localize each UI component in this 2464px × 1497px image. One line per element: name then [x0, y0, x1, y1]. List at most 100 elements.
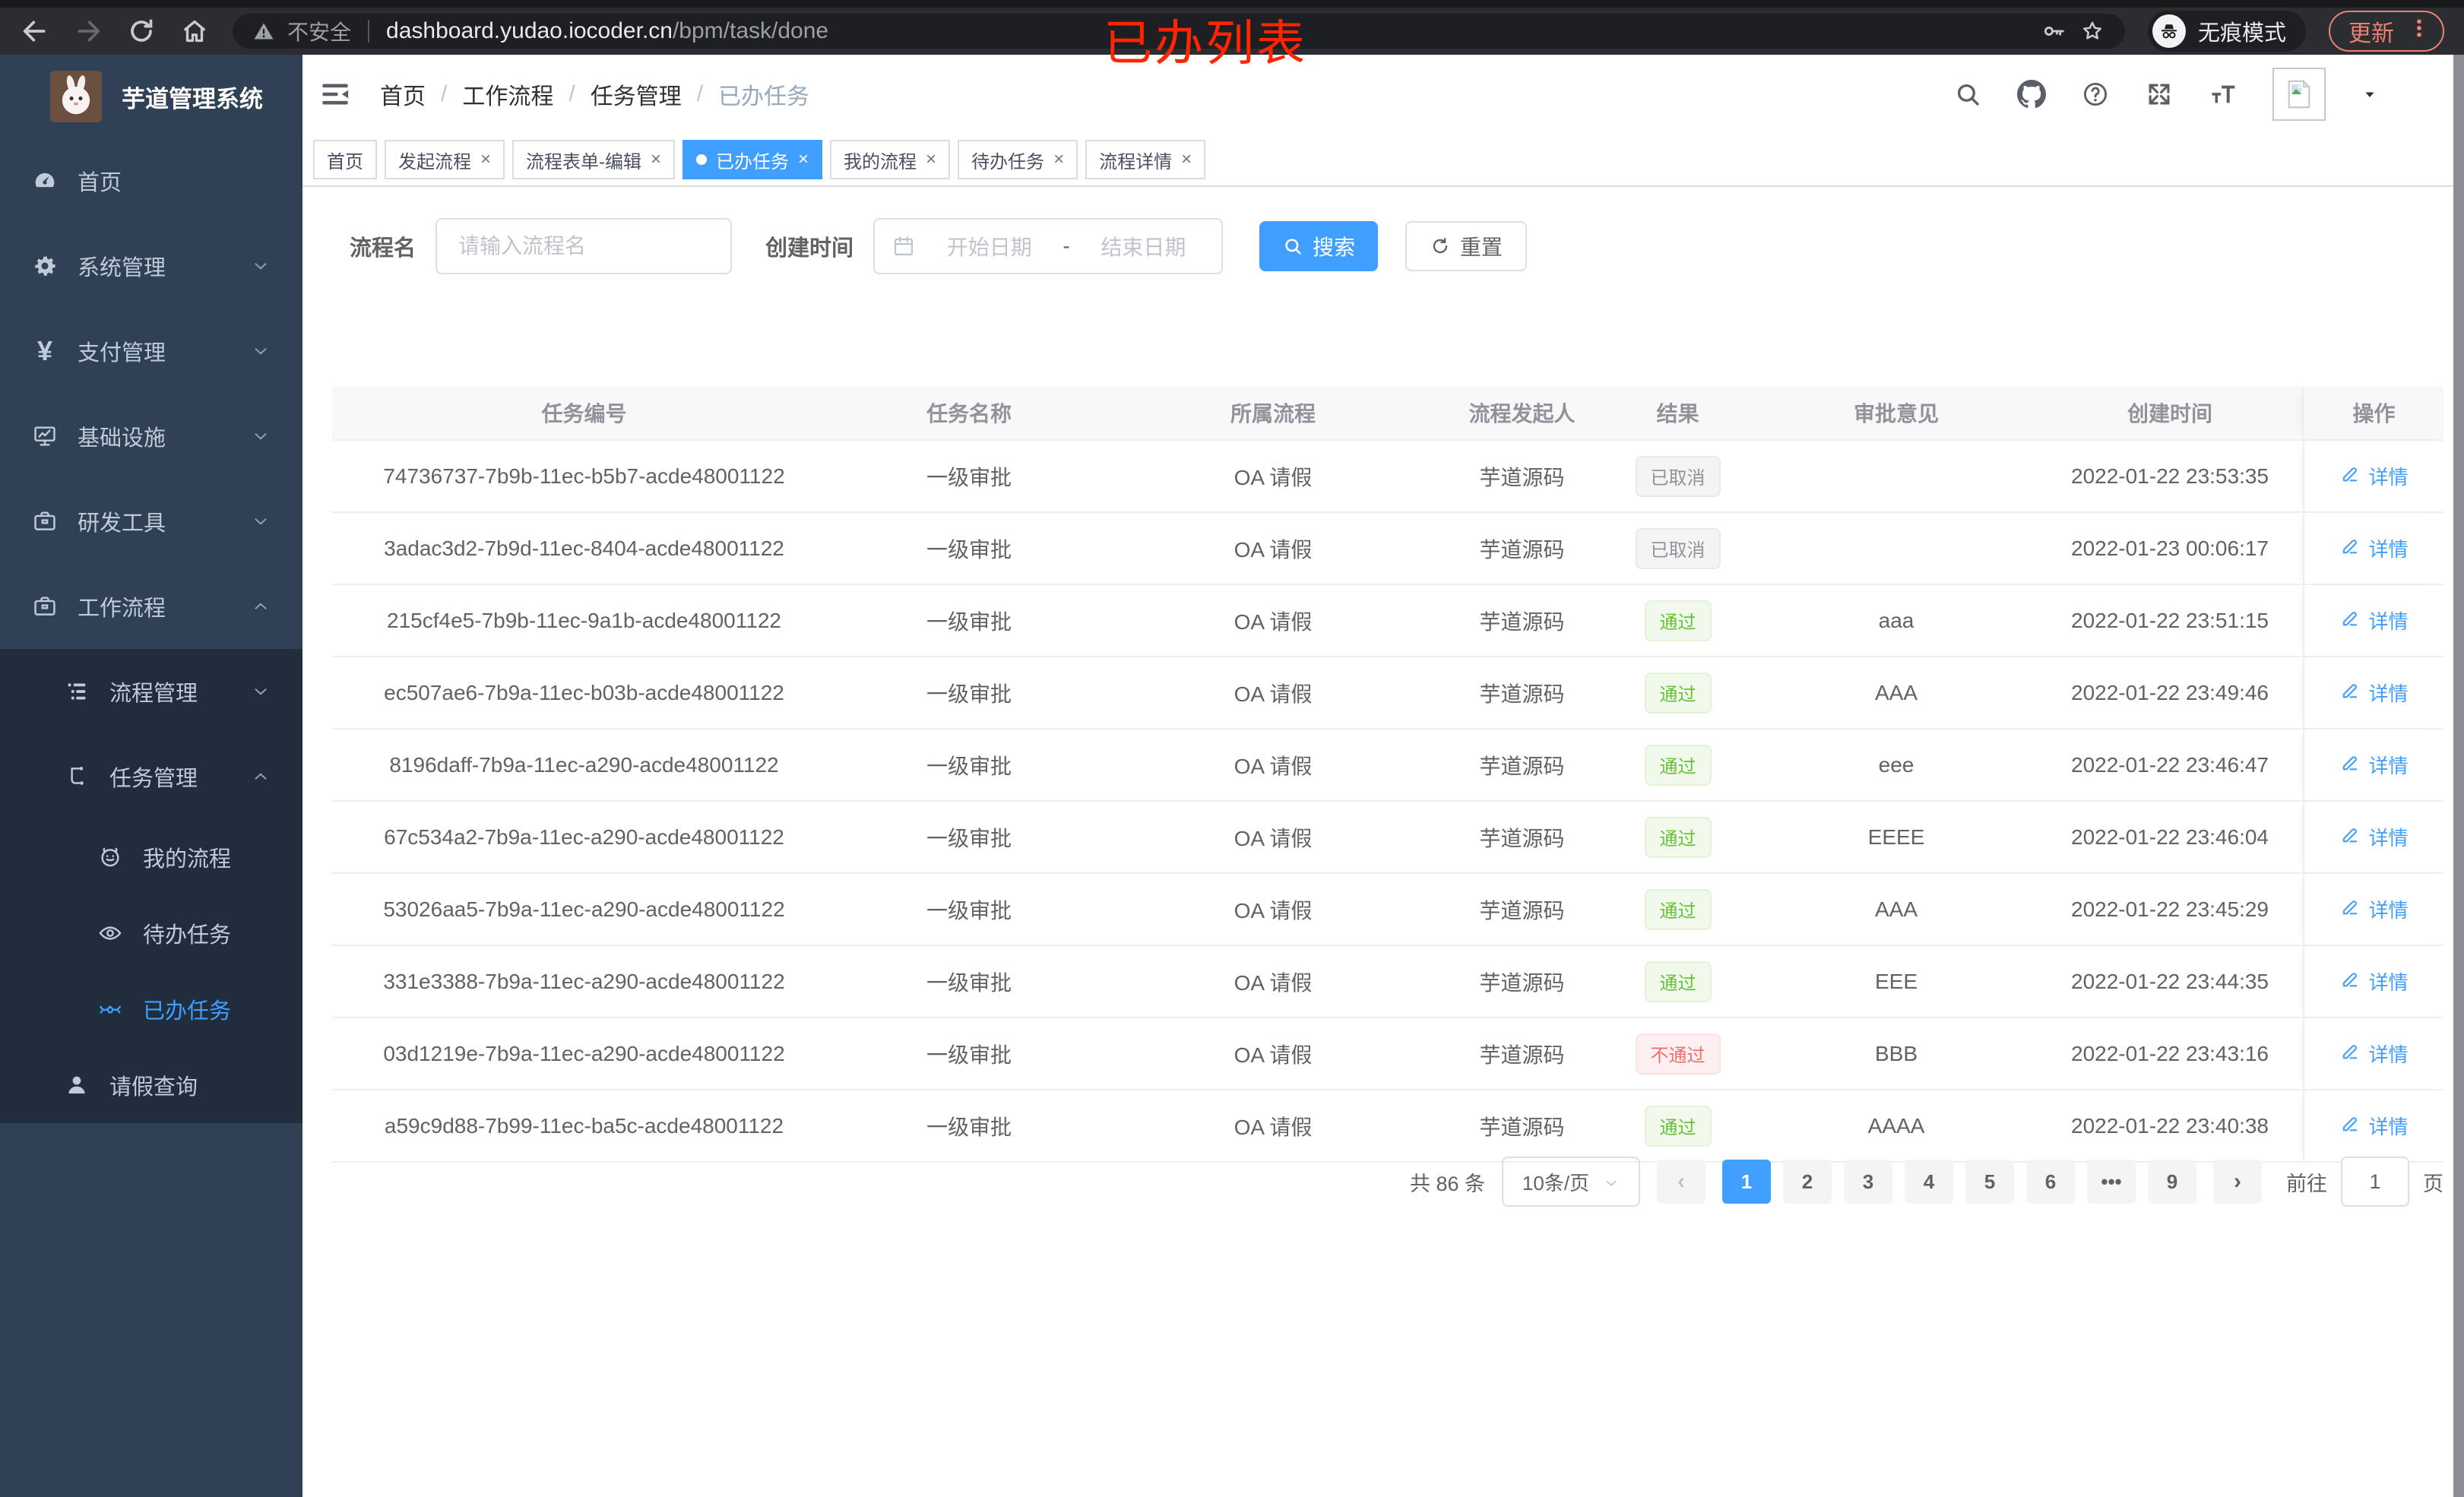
tab-form-edit[interactable]: 流程表单-编辑 ×	[512, 140, 676, 179]
caret-down-icon[interactable]	[2361, 85, 2379, 103]
goto-page: 前往 页	[2286, 1157, 2443, 1207]
search-icon[interactable]	[1953, 80, 1982, 109]
fullscreen-icon[interactable]	[2145, 80, 2174, 109]
detail-link[interactable]: 详情	[2339, 1112, 2409, 1140]
next-page-button[interactable]: ›	[2213, 1160, 2262, 1204]
breadcrumb-task-mgmt[interactable]: 任务管理	[591, 78, 682, 111]
pencil-icon	[2339, 607, 2361, 634]
page-button[interactable]: 2	[1783, 1160, 1832, 1204]
github-icon[interactable]	[2017, 80, 2046, 109]
breadcrumb-home[interactable]: 首页	[380, 78, 426, 111]
breadcrumb-workflow[interactable]: 工作流程	[462, 78, 553, 111]
detail-link[interactable]: 详情	[2339, 967, 2409, 995]
create-time: 2022-01-22 23:45:29	[2071, 897, 2269, 921]
sidebar-item-todo-tasks[interactable]: 待办任务	[0, 895, 302, 971]
sidebar-item-my-process[interactable]: 我的流程	[0, 819, 302, 895]
range-separator: -	[1063, 234, 1070, 258]
font-size-icon[interactable]	[2209, 80, 2238, 109]
home-icon[interactable]	[179, 16, 210, 46]
chevron-down-icon	[251, 341, 271, 361]
page-button[interactable]: 1	[1722, 1160, 1771, 1204]
close-icon[interactable]: ×	[651, 150, 661, 169]
page-button[interactable]: 4	[1905, 1160, 1953, 1204]
incognito-icon	[2152, 14, 2186, 48]
sidebar-item-home[interactable]: 首页	[0, 138, 302, 223]
prev-page-button[interactable]: ‹	[1657, 1160, 1705, 1204]
sidebar-item-payment[interactable]: ¥ 支付管理	[0, 309, 302, 394]
breadcrumb-separator: /	[696, 81, 704, 106]
page-button[interactable]: 6	[2026, 1160, 2075, 1204]
help-icon[interactable]	[2081, 80, 2110, 109]
key-icon[interactable]	[2041, 18, 2067, 44]
result-cell: 通过	[1600, 744, 1756, 786]
sidebar-item-devtools[interactable]: 研发工具	[0, 479, 302, 564]
goto-page-input[interactable]	[2341, 1157, 2409, 1207]
detail-link[interactable]: 详情	[2339, 679, 2409, 707]
tab-done-tasks[interactable]: 已办任务 ×	[683, 140, 823, 179]
reload-icon[interactable]	[126, 16, 157, 46]
user-face-icon	[96, 843, 125, 872]
search-button[interactable]: 搜索	[1259, 221, 1379, 271]
pencil-icon	[2339, 679, 2361, 706]
sidebar-menu: 首页 系统管理 ¥ 支付管理 基础设施 研发工具 工作流程 流程管理任务管理我的流程 待办任务已…	[0, 138, 302, 1123]
sidebar-item-process-mgmt[interactable]: 流程管理	[0, 649, 302, 734]
detail-link[interactable]: 详情	[2339, 895, 2409, 923]
tab-start-process[interactable]: 发起流程 ×	[385, 140, 505, 179]
sidebar-item-infra[interactable]: 基础设施	[0, 394, 302, 479]
page-button[interactable]: 9	[2148, 1160, 2196, 1204]
close-icon[interactable]: ×	[480, 150, 491, 169]
hamburger-icon[interactable]	[319, 78, 351, 110]
sidebar-item-done-tasks[interactable]: 已办任务	[0, 971, 302, 1047]
tab-todo-tasks[interactable]: 待办任务 ×	[958, 140, 1078, 179]
sidebar-item-workflow[interactable]: 工作流程	[0, 564, 302, 649]
close-icon[interactable]: ×	[1053, 150, 1064, 169]
task-id: 331e3388-7b9a-11ec-a290-acde48001122	[383, 969, 785, 993]
task-id: a59c9d88-7b99-11ec-ba5c-acde48001122	[384, 1113, 784, 1138]
toolbox-icon	[30, 507, 59, 536]
back-icon[interactable]	[20, 16, 50, 46]
page-button[interactable]: 3	[1844, 1160, 1892, 1204]
page-ellipsis-button[interactable]: •••	[2087, 1160, 2136, 1204]
process-name: OA 请假	[1234, 609, 1313, 634]
page-button[interactable]: 5	[1965, 1160, 2014, 1204]
detail-link[interactable]: 详情	[2339, 751, 2409, 779]
star-icon[interactable]	[2079, 18, 2105, 44]
monitor-icon	[30, 422, 59, 451]
detail-link-label: 详情	[2368, 899, 2409, 922]
browser-update-button[interactable]: 更新	[2329, 11, 2444, 52]
tab-my-process[interactable]: 我的流程 ×	[830, 140, 951, 179]
page-scrollbar[interactable]	[2453, 55, 2464, 1497]
tab-home[interactable]: 首页	[313, 140, 377, 179]
close-icon[interactable]: ×	[1181, 150, 1192, 169]
close-icon[interactable]: ×	[926, 150, 936, 169]
detail-link[interactable]: 详情	[2339, 823, 2409, 851]
detail-link[interactable]: 详情	[2339, 534, 2409, 562]
avatar[interactable]	[2272, 68, 2326, 121]
reset-button[interactable]: 重置	[1405, 221, 1528, 271]
dashboard-icon	[30, 166, 59, 195]
actions-cell: 详情	[2303, 1018, 2443, 1089]
filter-form: 流程名 创建时间 开始日期 - 结束日期 搜索 重	[350, 217, 1528, 275]
page-unit-label: 页	[2423, 1172, 2443, 1195]
process-name-input[interactable]	[435, 218, 733, 274]
detail-link[interactable]: 详情	[2339, 606, 2409, 635]
detail-link[interactable]: 详情	[2339, 1040, 2409, 1068]
sidebar-item-system[interactable]: 系统管理	[0, 223, 302, 309]
starter: 芋道源码	[1479, 1043, 1565, 1067]
col-task-name: 任务名称	[926, 402, 1012, 426]
task-id: 8196daff-7b9a-11ec-a290-acde48001122	[389, 752, 779, 777]
date-range-picker[interactable]: 开始日期 - 结束日期	[873, 218, 1224, 274]
kebab-icon[interactable]	[2408, 17, 2431, 46]
sidebar-item-leave-query[interactable]: 请假查询	[0, 1047, 302, 1123]
tab-process-detail[interactable]: 流程详情 ×	[1085, 140, 1206, 179]
sidebar-item-task-mgmt[interactable]: 任务管理	[0, 734, 302, 819]
sidebar-item-label: 任务管理	[109, 767, 198, 791]
close-icon[interactable]: ×	[798, 150, 809, 169]
detail-link[interactable]: 详情	[2339, 462, 2409, 490]
page-size-select[interactable]: 10条/页	[1502, 1157, 1640, 1207]
pencil-icon	[2339, 824, 2361, 850]
forward-icon[interactable]	[73, 16, 103, 46]
col-starter: 流程发起人	[1468, 402, 1576, 426]
logo: 芋道管理系统	[0, 55, 302, 138]
process-name: OA 请假	[1234, 1115, 1313, 1139]
